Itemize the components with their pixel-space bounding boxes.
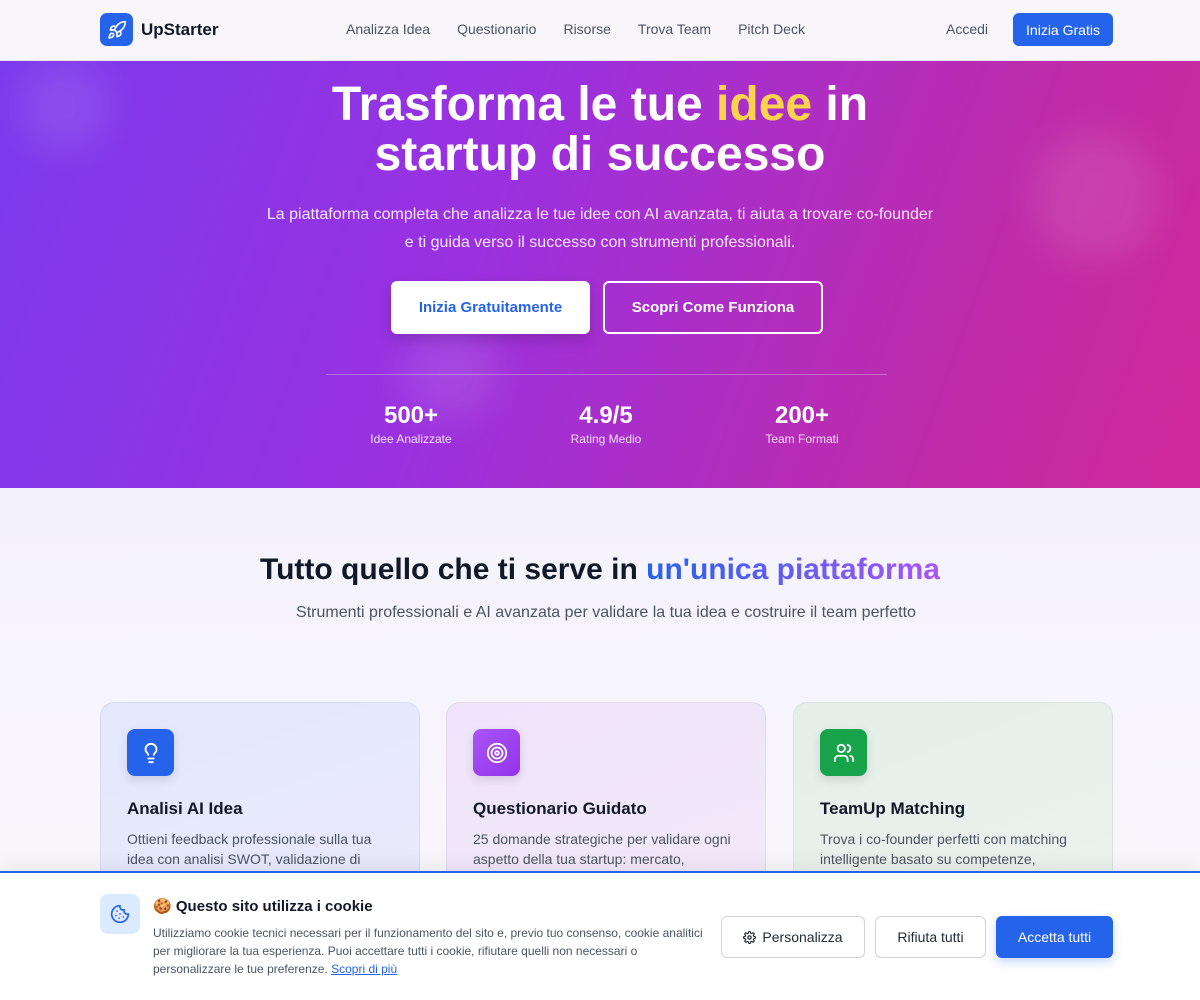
start-free-button[interactable]: Inizia Gratis: [1013, 13, 1113, 46]
stat-value: 200+: [774, 402, 830, 429]
cookie-text-body: Utilizziamo cookie tecnici necessari per…: [153, 926, 703, 976]
cookie-title-text: Questo sito utilizza i cookie: [175, 898, 373, 915]
hero-subtitle-line1: La piattaforma completa che analizza le …: [266, 206, 934, 223]
target-icon: [473, 729, 520, 776]
brand-name: UpStarter: [141, 19, 219, 39]
how-it-works-button[interactable]: Scopri Come Funziona: [603, 281, 823, 334]
stat-label: Idee Analizzate: [370, 432, 452, 446]
nav-link-questionario[interactable]: Questionario: [457, 21, 536, 37]
card-description: Trova i co-founder perfetti con matching…: [820, 831, 1067, 867]
reject-all-button[interactable]: Rifiuta tutti: [875, 916, 986, 958]
stat-label: Team Formati: [765, 432, 839, 446]
card-description: Ottieni feedback professionale sulla tua…: [127, 831, 372, 867]
rocket-icon: [100, 13, 133, 46]
card-description: 25 domande strategiche per validare ogni…: [473, 831, 731, 867]
features-title-part: Tutto quello che ti serve in: [259, 553, 647, 586]
accept-all-button[interactable]: Accetta tutti: [996, 916, 1113, 958]
cookie-emoji-icon: 🍪: [153, 898, 172, 915]
gear-icon: [743, 930, 757, 944]
hero-subtitle: La piattaforma completa che analizza le …: [200, 201, 1000, 257]
card-title: Analisi AI Idea: [127, 799, 243, 818]
card-title: TeamUp Matching: [820, 799, 966, 818]
stat-rating: 4.9/5 Rating Medio: [526, 401, 686, 446]
nav-link-analizza-idea[interactable]: Analizza Idea: [346, 21, 430, 37]
nav-link-trova-team[interactable]: Trova Team: [638, 21, 711, 37]
stat-value: 4.9/5: [579, 402, 633, 429]
nav-link-pitch-deck[interactable]: Pitch Deck: [738, 21, 805, 37]
start-free-hero-button[interactable]: Inizia Gratuitamente: [391, 281, 590, 334]
hero-subtitle-line2: e ti guida verso il successo con strumen…: [404, 234, 796, 251]
features-title-highlight: un'unica piattaforma: [646, 553, 940, 586]
learn-more-link[interactable]: Scopri di più: [331, 962, 397, 976]
stat-teams: 200+ Team Formati: [722, 401, 882, 446]
users-icon: [820, 729, 867, 776]
customize-label: Personalizza: [762, 929, 843, 945]
hero-section: Trasforma le tue idee in startup di succ…: [0, 61, 1200, 488]
customize-cookies-button[interactable]: Personalizza: [721, 916, 865, 958]
brand[interactable]: UpStarter: [100, 13, 218, 46]
nav-link-risorse[interactable]: Risorse: [563, 21, 610, 37]
cookie-banner: 🍪 Questo sito utilizza i cookie Utilizzi…: [0, 871, 1200, 1000]
hero-title: Trasforma le tue idee in startup di succ…: [0, 80, 1200, 180]
stat-ideas: 500+ Idee Analizzate: [331, 401, 491, 446]
stat-label: Rating Medio: [570, 432, 642, 446]
lightbulb-icon: [127, 729, 174, 776]
top-navbar: UpStarter Analizza Idea Questionario Ris…: [0, 0, 1200, 61]
hero-title-highlight: idee: [716, 78, 813, 131]
hero-title-line2: startup di successo: [374, 128, 826, 181]
cookie-text: Utilizziamo cookie tecnici necessari per…: [153, 924, 703, 978]
cookie-icon: [100, 894, 140, 934]
login-link[interactable]: Accedi: [946, 21, 988, 37]
features-subtitle: Strumenti professionali e AI avanzata pe…: [296, 604, 916, 621]
hero-title-part: Trasforma le tue: [331, 78, 717, 131]
features-title: Tutto quello che ti serve in un'unica pi…: [0, 553, 1200, 587]
main-menu: Analizza Idea Questionario Risorse Trova…: [346, 21, 805, 37]
card-title: Questionario Guidato: [473, 799, 647, 818]
cookie-title: 🍪 Questo sito utilizza i cookie: [153, 897, 373, 915]
hero-title-part: in: [812, 78, 869, 131]
stat-value: 500+: [383, 402, 439, 429]
divider: [326, 374, 887, 375]
